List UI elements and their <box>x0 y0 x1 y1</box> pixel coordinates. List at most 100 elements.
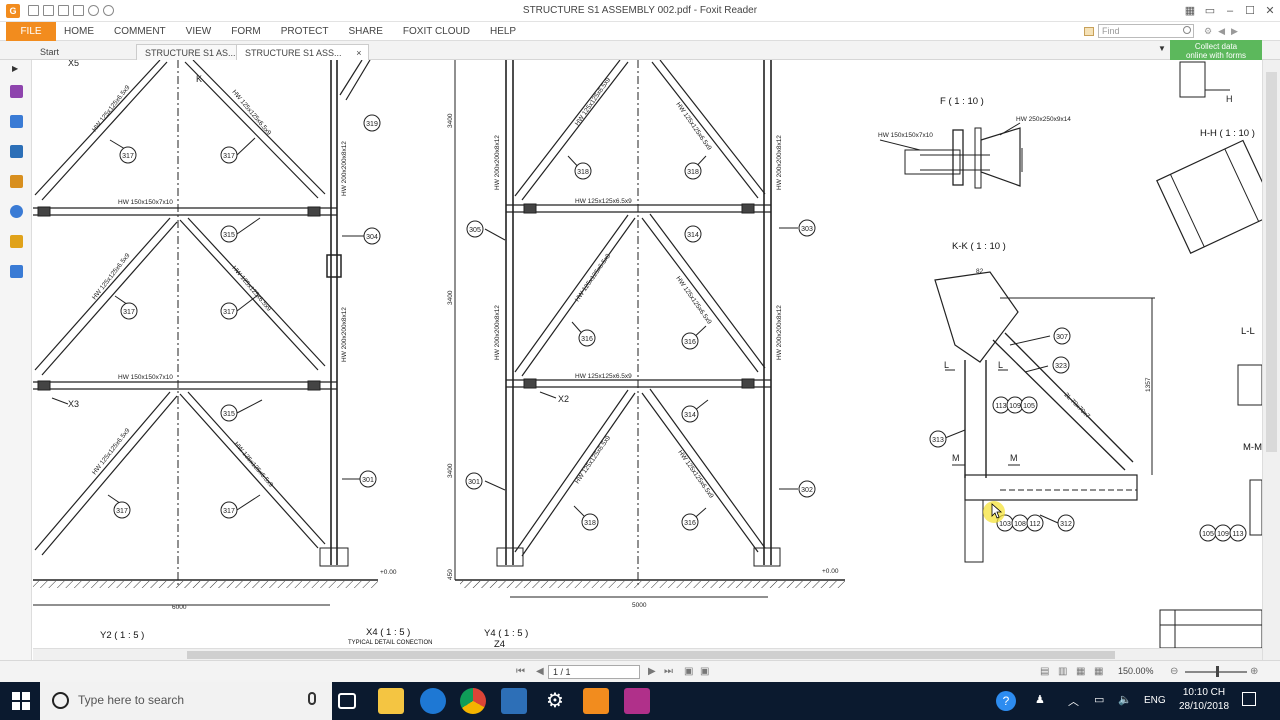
svg-text:316: 316 <box>581 336 593 343</box>
maximize-button[interactable]: ☐ <box>1240 0 1260 22</box>
next-page-icon[interactable]: ▶ <box>648 666 656 677</box>
layout-icon[interactable]: ▦ <box>1180 0 1200 22</box>
search-icon[interactable] <box>1183 26 1191 34</box>
restore-icon[interactable]: ▭ <box>1200 0 1220 22</box>
menu-view[interactable]: VIEW <box>186 22 212 41</box>
vertical-scrollbar[interactable] <box>1262 60 1280 660</box>
menu-comment[interactable]: COMMENT <box>114 22 166 41</box>
continuous-facing-icon[interactable]: ▦ <box>1094 666 1103 677</box>
svg-text:307: 307 <box>1056 334 1068 341</box>
svg-text:317: 317 <box>122 153 134 160</box>
section-label: L <box>944 360 949 370</box>
menu-form[interactable]: FORM <box>231 22 260 41</box>
tab-structure-2[interactable]: STRUCTURE S1 ASS... × <box>236 44 369 60</box>
pages-icon[interactable] <box>10 115 23 128</box>
horizontal-scrollbar[interactable] <box>33 648 1262 660</box>
zoom-out-icon[interactable]: ⊖ <box>1170 666 1178 677</box>
svg-text:317: 317 <box>116 508 128 515</box>
expand-panel-icon[interactable]: ▶ <box>12 64 18 73</box>
page-number-input[interactable]: 1 / 1 <box>548 665 640 679</box>
page-view-icon[interactable]: ▣ <box>700 666 709 677</box>
layers-icon[interactable] <box>10 145 23 158</box>
find-input[interactable]: Find <box>1098 24 1194 38</box>
dimension-text: 82 <box>976 268 984 275</box>
zoom-in-icon[interactable]: ⊕ <box>1250 666 1258 677</box>
page-view-icon[interactable]: ▣ <box>684 666 693 677</box>
svg-text:301: 301 <box>362 477 374 484</box>
gear-icon[interactable]: ⚙ <box>1204 26 1212 37</box>
callout-bubble: 315 <box>220 404 238 422</box>
windows-start-icon[interactable] <box>12 692 30 710</box>
people-icon[interactable]: ♟ <box>1035 693 1045 706</box>
svg-text:103: 103 <box>999 521 1011 528</box>
foxit-reader-taskbar-icon[interactable] <box>583 688 609 714</box>
presentation-app-icon[interactable] <box>624 688 650 714</box>
chrome-icon[interactable] <box>460 688 486 714</box>
member-label: HW 150x150x7x10 <box>118 374 173 381</box>
close-button[interactable]: ✕ <box>1260 0 1280 22</box>
view-title: K-K ( 1 : 10 ) <box>952 241 1006 252</box>
tab-structure-1[interactable]: STRUCTURE S1 AS... <box>136 44 245 60</box>
file-menu-button[interactable]: FILE <box>6 22 56 41</box>
ribbon-menu: HOME COMMENT VIEW FORM PROTECT SHARE FOX… <box>64 22 516 41</box>
member-label: HW 125x125x6.5x9 <box>674 275 712 326</box>
vertical-scroll-thumb[interactable] <box>1266 72 1277 452</box>
tab-start[interactable]: Start <box>32 44 67 60</box>
horizontal-scroll-thumb[interactable] <box>187 651 1115 659</box>
pdf-document-view[interactable]: 317 317 315 317 317 315 317 317 319 304 … <box>33 60 1262 648</box>
zoom-level[interactable]: 150.00% <box>1118 666 1154 676</box>
menu-share[interactable]: SHARE <box>348 22 382 41</box>
tray-expand-icon[interactable]: ︿ <box>1068 693 1079 709</box>
member-label: HW 250x250x9x14 <box>1016 116 1071 123</box>
member-label: HW 125x125x6.5x9 <box>574 76 612 127</box>
taskbar-search-box[interactable]: Type here to search <box>40 682 332 720</box>
signature-icon[interactable] <box>10 265 23 278</box>
settings-gear-icon[interactable]: ⚙ <box>542 688 568 714</box>
ribbon: FILE HOME COMMENT VIEW FORM PROTECT SHAR… <box>0 22 1280 41</box>
microphone-icon[interactable] <box>308 692 316 705</box>
section-label: H <box>1226 94 1233 104</box>
callout-bubble: 316 <box>681 513 699 531</box>
zoom-slider-thumb[interactable] <box>1216 666 1219 677</box>
first-page-icon[interactable]: ⏮ <box>516 666 525 677</box>
member-label: HW 200x200x8x12 <box>494 135 501 190</box>
svg-text:303: 303 <box>801 226 813 233</box>
menu-protect[interactable]: PROTECT <box>281 22 329 41</box>
next-result-icon[interactable]: ▶ <box>1231 26 1238 37</box>
ribbon-collapse-icon[interactable]: ▼ <box>1158 44 1166 53</box>
continuous-page-icon[interactable]: ▥ <box>1058 666 1067 677</box>
svg-text:315: 315 <box>223 232 235 239</box>
battery-icon[interactable]: ▭ <box>1094 693 1104 706</box>
autocad-icon[interactable] <box>501 688 527 714</box>
collect-data-banner[interactable]: Collect data online with forms <box>1170 40 1262 60</box>
task-view-icon[interactable] <box>338 693 356 709</box>
callout-bubble: 304 <box>363 227 381 245</box>
callout-bubble: 112 <box>1026 514 1044 532</box>
menu-foxit-cloud[interactable]: FOXIT CLOUD <box>403 22 470 41</box>
prev-page-icon[interactable]: ◀ <box>536 666 544 677</box>
section-label: X3 <box>68 399 79 409</box>
single-page-icon[interactable]: ▤ <box>1040 666 1049 677</box>
close-tab-icon[interactable]: × <box>356 45 361 61</box>
comments-icon[interactable] <box>10 175 23 188</box>
dimension-text: 6000 <box>172 604 187 611</box>
help-icon[interactable]: ? <box>996 691 1016 711</box>
menu-home[interactable]: HOME <box>64 22 94 41</box>
find-options-icon[interactable] <box>1084 26 1094 36</box>
view-title: H-H ( 1 : 10 ) <box>1200 128 1255 139</box>
attachment-icon[interactable] <box>10 205 23 218</box>
facing-page-icon[interactable]: ▦ <box>1076 666 1085 677</box>
input-language[interactable]: ENG <box>1144 695 1166 706</box>
last-page-icon[interactable]: ⏭ <box>664 666 673 677</box>
file-explorer-icon[interactable] <box>378 688 404 714</box>
notifications-icon[interactable] <box>1242 692 1256 706</box>
lock-icon[interactable] <box>10 235 23 248</box>
prev-result-icon[interactable]: ◀ <box>1218 26 1225 37</box>
member-label: HW 125x125x6.5x9 <box>575 373 632 380</box>
system-clock[interactable]: 10:10 CH 28/10/2018 <box>1172 686 1236 714</box>
menu-help[interactable]: HELP <box>490 22 516 41</box>
bookmark-icon[interactable] <box>10 85 23 98</box>
edge-browser-icon[interactable] <box>420 688 446 714</box>
volume-icon[interactable]: 🔈 <box>1118 693 1132 706</box>
minimize-button[interactable]: – <box>1220 0 1240 22</box>
